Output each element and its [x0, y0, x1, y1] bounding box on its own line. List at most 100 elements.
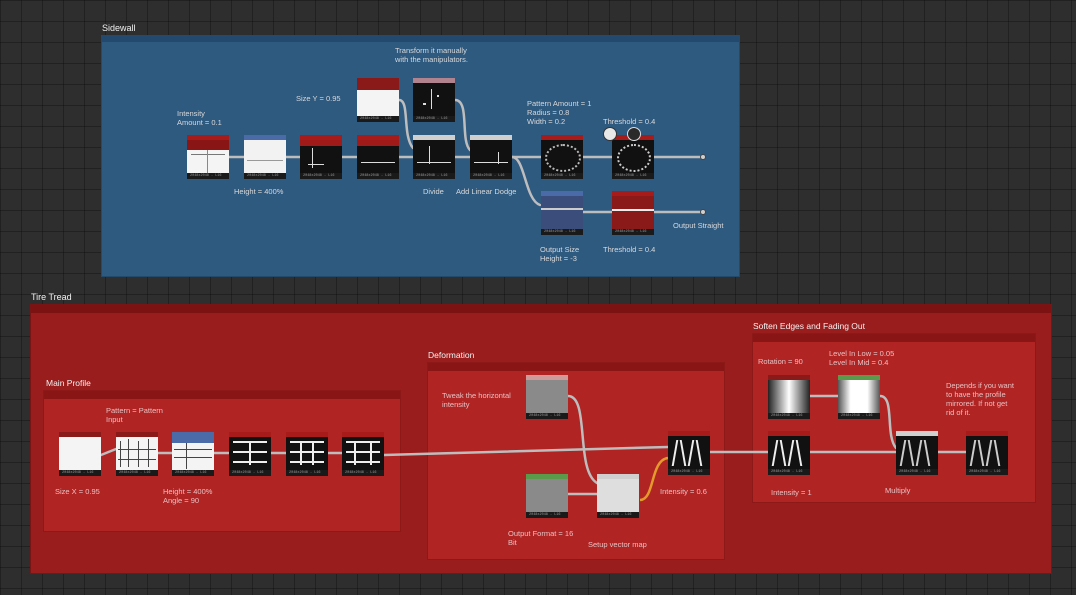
node-footer: 2048x2048 - L16 [59, 470, 101, 476]
node-footer: 2048x2048 - L16 [541, 229, 583, 235]
wire [510, 155, 542, 207]
node-footer: 2048x2048 - L16 [244, 173, 286, 179]
node-profile-1[interactable]: 2048x2048 - L16 [229, 432, 271, 476]
node-thumbnail [357, 140, 399, 173]
node-output-format[interactable]: 2048x2048 - L16 [526, 474, 568, 518]
node-transform-manual[interactable]: 2048x2048 - L16 [413, 78, 455, 122]
node-footer: 2048x2048 - L16 [526, 413, 568, 419]
node-footer: 2048x2048 - L16 [357, 116, 399, 122]
node-footer: 2048x2048 - L16 [470, 173, 512, 179]
node-thumbnail [966, 436, 1008, 469]
node-footer: 2048x2048 - L16 [541, 173, 583, 179]
node-divide[interactable]: 2048x2048 - L16 [413, 135, 455, 179]
wire [397, 98, 415, 150]
node-footer: 2048x2048 - L16 [300, 173, 342, 179]
node-thumbnail [413, 83, 455, 116]
node-height-angle[interactable]: 2048x2048 - L16 [172, 432, 214, 476]
node-profile-2[interactable]: 2048x2048 - L16 [286, 432, 328, 476]
node-footer: 2048x2048 - L16 [966, 469, 1008, 475]
node-thumbnail [244, 140, 286, 173]
comment-pattern: Pattern = Pattern Input [106, 406, 163, 424]
node-footer: 2048x2048 - L16 [342, 470, 384, 476]
node-add-linear-dodge[interactable]: 2048x2048 - L16 [470, 135, 512, 179]
node-shape-1[interactable]: 2048x2048 - L16 [300, 135, 342, 179]
node-thumbnail [597, 479, 639, 512]
node-size-y[interactable]: 2048x2048 - L16 [357, 78, 399, 122]
node-footer: 2048x2048 - L16 [413, 173, 455, 179]
label-height-400: Height = 400% [234, 187, 284, 196]
node-thumbnail [59, 437, 101, 470]
wire [99, 447, 118, 457]
node-setup-vector-map[interactable]: 2048x2048 - L16 [597, 474, 639, 518]
label-intensity-1: Intensity = 1 [771, 488, 812, 497]
node-thumbnail [526, 380, 568, 413]
node-thumbnail [541, 196, 583, 229]
node-footer: 2048x2048 - L16 [526, 512, 568, 518]
node-output-size[interactable]: 2048x2048 - L16 [541, 191, 583, 235]
node-tweak-intensity[interactable]: 2048x2048 - L16 [526, 375, 568, 419]
node-threshold-top[interactable]: 2048x2048 - L16 [612, 135, 654, 179]
node-intensity[interactable]: 2048x2048 - L16 [187, 135, 229, 179]
document-icon[interactable] [603, 127, 617, 141]
comment-transform: Transform it manually with the manipulat… [395, 46, 468, 64]
label-add-linear-dodge: Add Linear Dodge [456, 187, 517, 196]
node-footer: 2048x2048 - L16 [229, 470, 271, 476]
node-profile-3[interactable]: 2048x2048 - L16 [342, 432, 384, 476]
wire [453, 98, 472, 152]
node-thumbnail [229, 437, 271, 470]
node-footer: 2048x2048 - L16 [357, 173, 399, 179]
node-footer: 2048x2048 - L16 [116, 470, 158, 476]
node-thumbnail [896, 436, 938, 469]
node-footer: 2048x2048 - L16 [612, 229, 654, 235]
label-output-size: Output Size Height = -3 [540, 245, 580, 263]
node-thumbnail [768, 436, 810, 469]
wire [382, 445, 670, 457]
node-thumbnail [470, 140, 512, 173]
node-thumbnail [342, 437, 384, 470]
node-final-output[interactable]: 2048x2048 - L16 [966, 431, 1008, 475]
node-thumbnail [526, 479, 568, 512]
checker-icon[interactable] [627, 127, 641, 141]
node-transform-height[interactable]: 2048x2048 - L16 [244, 135, 286, 179]
node-footer: 2048x2048 - L16 [838, 413, 880, 419]
node-footer: 2048x2048 - L16 [187, 173, 229, 179]
label-height-angle: Height = 400% Angle = 90 [163, 487, 213, 505]
node-intensity-1[interactable]: 2048x2048 - L16 [768, 431, 810, 475]
comment-threshold-top: Threshold = 0.4 [603, 117, 656, 126]
node-thumbnail [413, 140, 455, 173]
node-multiply[interactable]: 2048x2048 - L16 [896, 431, 938, 475]
node-thumbnail [300, 140, 342, 173]
node-threshold-bottom[interactable]: 2048x2048 - L16 [612, 191, 654, 235]
node-footer: 2048x2048 - L16 [668, 469, 710, 475]
node-thumbnail [187, 140, 229, 173]
comment-levels: Level In Low = 0.05 Level In Mid = 0.4 [829, 349, 895, 367]
comment-pattern-amount: Pattern Amount = 1 Radius = 0.8 Width = … [527, 99, 592, 126]
node-shape-2[interactable]: 2048x2048 - L16 [357, 135, 399, 179]
comment-intensity-amount: Intensity Amount = 0.1 [177, 109, 222, 127]
node-footer: 2048x2048 - L16 [286, 470, 328, 476]
node-footer: 2048x2048 - L16 [768, 413, 810, 419]
node-thumbnail [838, 380, 880, 413]
wire [566, 394, 599, 485]
wire [878, 394, 898, 450]
node-splatter[interactable]: 2048x2048 - L16 [541, 135, 583, 179]
label-output-format: Output Format = 16 Bit [508, 529, 574, 547]
node-pattern-input[interactable]: 2048x2048 - L16 [116, 432, 158, 476]
label-output-straight: Output Straight [673, 221, 724, 230]
node-size-x[interactable]: 2048x2048 - L16 [59, 432, 101, 476]
node-thumbnail [172, 437, 214, 470]
label-setup-vector: Setup vector map [588, 540, 647, 549]
node-levels[interactable]: 2048x2048 - L16 [838, 375, 880, 419]
node-warp-intensity[interactable]: 2048x2048 - L16 [668, 431, 710, 475]
node-thumbnail [116, 437, 158, 470]
comment-tweak: Tweak the horizontal intensity [442, 391, 511, 409]
node-rotation[interactable]: 2048x2048 - L16 [768, 375, 810, 419]
label-multiply: Multiply [885, 486, 911, 495]
label-divide: Divide [423, 187, 444, 196]
node-footer: 2048x2048 - L16 [896, 469, 938, 475]
label-threshold-bottom: Threshold = 0.4 [603, 245, 656, 254]
output-pin [700, 209, 706, 215]
node-footer: 2048x2048 - L16 [768, 469, 810, 475]
label-size-x: Size X = 0.95 [55, 487, 100, 496]
node-thumbnail [612, 140, 654, 173]
